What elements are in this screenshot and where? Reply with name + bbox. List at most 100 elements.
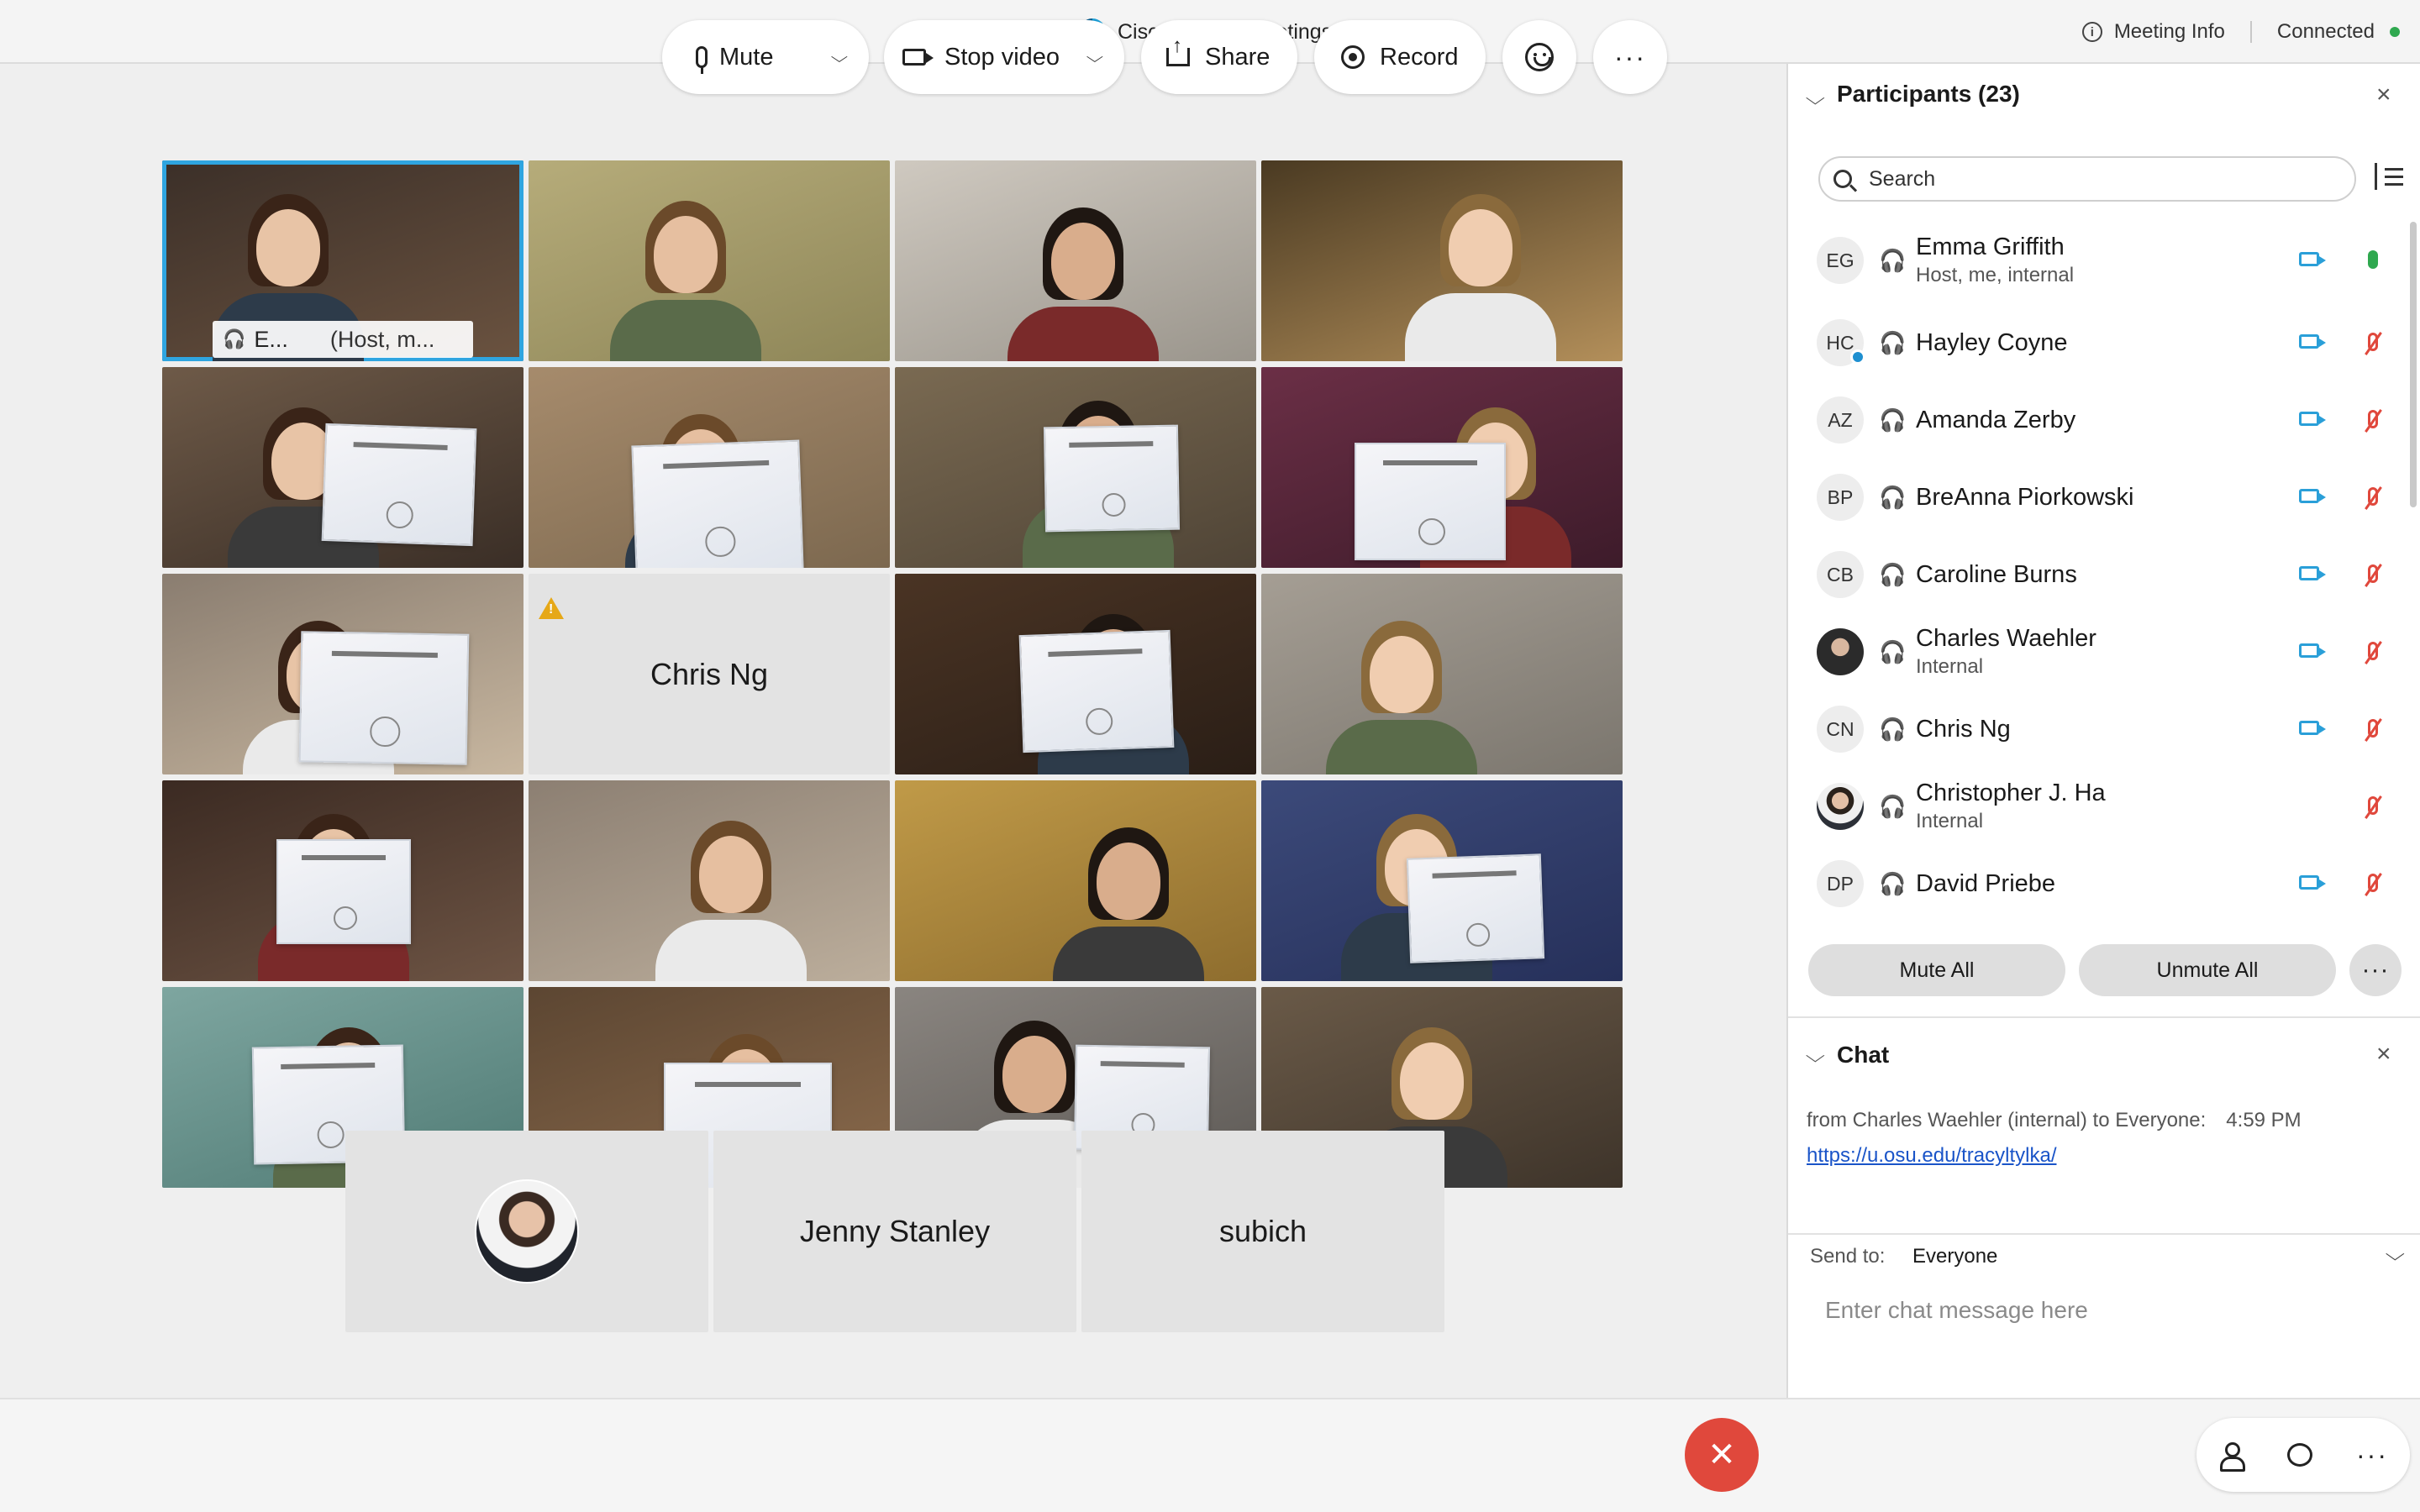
video-tile[interactable] (162, 574, 523, 774)
camera-on-icon[interactable] (2299, 643, 2326, 658)
unmute-all-button[interactable]: Unmute All (2079, 944, 2336, 996)
microphone-muted-icon[interactable] (2368, 333, 2378, 351)
video-tile-name-only[interactable]: Chris Ng (529, 574, 890, 774)
chat-message-link[interactable]: https://u.osu.edu/tracyltylka/ (1807, 1144, 2056, 1168)
participant-name: Jenny Stanley (799, 1214, 991, 1248)
video-tile[interactable] (895, 367, 1256, 568)
participant-row[interactable]: CN 🎧 Chris Ng (1788, 690, 2410, 768)
send-to-chevron-icon[interactable]: ⌵ (2386, 1243, 2405, 1265)
video-options-chevron-icon[interactable]: ⌵ (1086, 49, 1103, 66)
video-tile[interactable] (895, 160, 1256, 361)
microphone-muted-icon[interactable] (2368, 874, 2378, 892)
video-tile[interactable] (529, 780, 890, 981)
panel-divider (1788, 1016, 2420, 1018)
send-to-select[interactable]: Everyone (1912, 1245, 1997, 1268)
camera-on-icon[interactable] (2299, 412, 2326, 426)
participant-initials: EG (1826, 249, 1854, 271)
microphone-muted-icon[interactable] (2368, 719, 2378, 738)
camera-on-icon[interactable] (2299, 334, 2326, 349)
certificate (1043, 424, 1181, 533)
share-button[interactable]: Share (1141, 20, 1297, 94)
headset-icon: 🎧 (1879, 329, 1907, 355)
participant-row[interactable]: HC 🎧 Hayley Coyne (1788, 304, 2410, 381)
participants-panel-icon[interactable] (2218, 1442, 2245, 1472)
participant-row[interactable]: DP 🎧 David Priebe (1788, 845, 2410, 917)
certificate (1406, 853, 1545, 963)
microphone-muted-icon[interactable] (2368, 410, 2378, 428)
participant-row[interactable]: BP 🎧 BreAnna Piorkowski (1788, 459, 2410, 536)
more-options-button[interactable]: ··· (1593, 20, 1667, 94)
record-button[interactable]: Record (1314, 20, 1486, 94)
certificate (276, 839, 411, 944)
microphone-on-icon[interactable] (2368, 250, 2378, 269)
participant-row[interactable]: CB 🎧 Caroline Burns (1788, 536, 2410, 613)
participant-initials: CB (1827, 563, 1854, 585)
collapse-participants-chevron-icon[interactable]: ⌵ (1806, 87, 1825, 109)
info-icon[interactable]: i (2081, 22, 2102, 42)
participant-face (1051, 223, 1115, 300)
close-chat-icon[interactable]: × (2376, 1040, 2391, 1068)
camera-on-icon[interactable] (2299, 566, 2326, 580)
video-tile[interactable] (162, 780, 523, 981)
participant-face (699, 836, 763, 913)
participant-avatar: DP (1817, 860, 1864, 907)
close-participants-icon[interactable]: × (2376, 81, 2391, 109)
camera-on-icon[interactable] (2299, 721, 2326, 735)
camera-on-icon[interactable] (2299, 252, 2326, 266)
participants-header: ⌵ Participants (23) × (1788, 64, 2420, 128)
stop-video-button[interactable]: Stop video ⌵ (884, 20, 1124, 94)
mute-options-chevron-icon[interactable]: ⌵ (831, 49, 848, 66)
video-tile-avatar[interactable] (345, 1131, 708, 1332)
microphone-muted-icon[interactable] (2368, 642, 2378, 660)
video-tile[interactable] (895, 780, 1256, 981)
headset-icon: 🎧 (1879, 870, 1907, 896)
video-tile[interactable] (1261, 160, 1623, 361)
participant-face (654, 216, 718, 293)
certificate (298, 631, 470, 765)
meeting-info-button[interactable]: Meeting Info (2114, 20, 2225, 44)
participant-subtitle: Internal (1916, 810, 1984, 832)
participants-scrollbar[interactable] (2410, 222, 2417, 507)
microphone-muted-icon[interactable] (2368, 796, 2378, 815)
reactions-button[interactable] (1502, 20, 1576, 94)
participant-name: Hayley Coyne (1916, 329, 2068, 356)
mute-button[interactable]: Mute ⌵ (662, 20, 869, 94)
video-tile[interactable] (1261, 367, 1623, 568)
video-tile[interactable] (1261, 574, 1623, 774)
search-input[interactable] (1869, 166, 2306, 192)
participant-row[interactable]: 🎧 Charles Waehler Internal (1788, 613, 2410, 690)
collapse-chat-chevron-icon[interactable]: ⌵ (1806, 1045, 1825, 1067)
video-tile[interactable] (529, 367, 890, 568)
participant-search[interactable] (1818, 156, 2356, 202)
microphone-muted-icon[interactable] (2368, 564, 2378, 583)
participant-initials: CN (1826, 717, 1854, 740)
meeting-toolbar (0, 1398, 2420, 1512)
end-meeting-button[interactable]: ✕ (1685, 1418, 1759, 1492)
participant-row[interactable]: 🎧 Christopher J. Ha Internal (1788, 768, 2410, 845)
video-tile[interactable] (529, 160, 890, 361)
participant-row[interactable]: AZ 🎧 Amanda Zerby (1788, 381, 2410, 459)
participants-more-button[interactable]: ··· (2349, 944, 2402, 996)
sort-list-icon[interactable] (2375, 163, 2403, 192)
title-separator (2249, 21, 2252, 43)
video-tile[interactable] (895, 574, 1256, 774)
participants-title: Participants (23) (1837, 81, 2020, 107)
video-tile[interactable] (162, 367, 523, 568)
video-tile-name-only[interactable]: subich (1081, 1131, 1444, 1332)
video-tile[interactable] (1261, 780, 1623, 981)
participant-row[interactable]: EG 🎧 Emma Griffith Host, me, internal (1788, 222, 2410, 299)
microphone-muted-icon[interactable] (2368, 487, 2378, 506)
video-tile-name-only[interactable]: Jenny Stanley (713, 1131, 1076, 1332)
warning-icon (539, 597, 564, 619)
chat-panel-icon[interactable] (2287, 1443, 2312, 1467)
camera-on-icon[interactable] (2299, 875, 2326, 890)
mute-all-button[interactable]: Mute All (1808, 944, 2065, 996)
chat-message-input[interactable] (1825, 1297, 2396, 1324)
camera-on-icon[interactable] (2299, 489, 2326, 503)
panels-more-icon[interactable]: ··· (2356, 1440, 2388, 1471)
stop-video-label: Stop video (944, 43, 1060, 71)
participant-body (1053, 927, 1204, 981)
video-tile[interactable]: 🎧 E... (Host, m... (162, 160, 523, 361)
certificate (1018, 629, 1175, 753)
avatar (475, 1179, 579, 1284)
